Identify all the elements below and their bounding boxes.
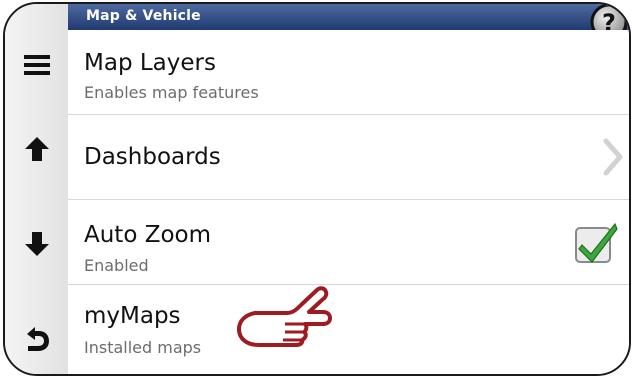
list-item-subtitle: Enables map features [84,83,259,102]
back-icon [26,327,49,351]
list-item-auto-zoom[interactable]: Auto Zoom Enabled [68,200,629,285]
list-item-title: myMaps [84,303,181,329]
menu-button[interactable] [5,30,68,100]
back-button[interactable] [5,304,68,374]
menu-icon [23,55,50,75]
list-item-title: Auto Zoom [84,222,212,248]
list-item-title: Map Layers [84,50,216,76]
header-bar: Map & Vehicle [68,4,629,30]
sidebar [5,4,69,374]
list-item-subtitle: Installed maps [84,338,202,357]
arrow-up-icon [24,137,49,161]
arrow-down-icon [24,232,49,256]
list-item-dashboards[interactable]: Dashboards [68,115,629,200]
scroll-up-button[interactable] [5,114,68,184]
checkbox-checked-icon[interactable] [573,220,619,266]
list-item-mymaps[interactable]: myMaps Installed maps [68,285,629,370]
chevron-right-icon [603,138,623,176]
settings-list: Map Layers Enables map features Dashboar… [68,30,629,374]
device-frame: Map & Vehicle ? Map Layers Enables map f… [3,2,631,376]
scroll-down-button[interactable] [5,209,68,279]
list-item-subtitle: Enabled [84,256,149,275]
page-title: Map & Vehicle [86,8,201,24]
list-item-title: Dashboards [84,144,221,170]
pointing-hand-icon [237,286,332,347]
list-item-map-layers[interactable]: Map Layers Enables map features [68,30,629,115]
